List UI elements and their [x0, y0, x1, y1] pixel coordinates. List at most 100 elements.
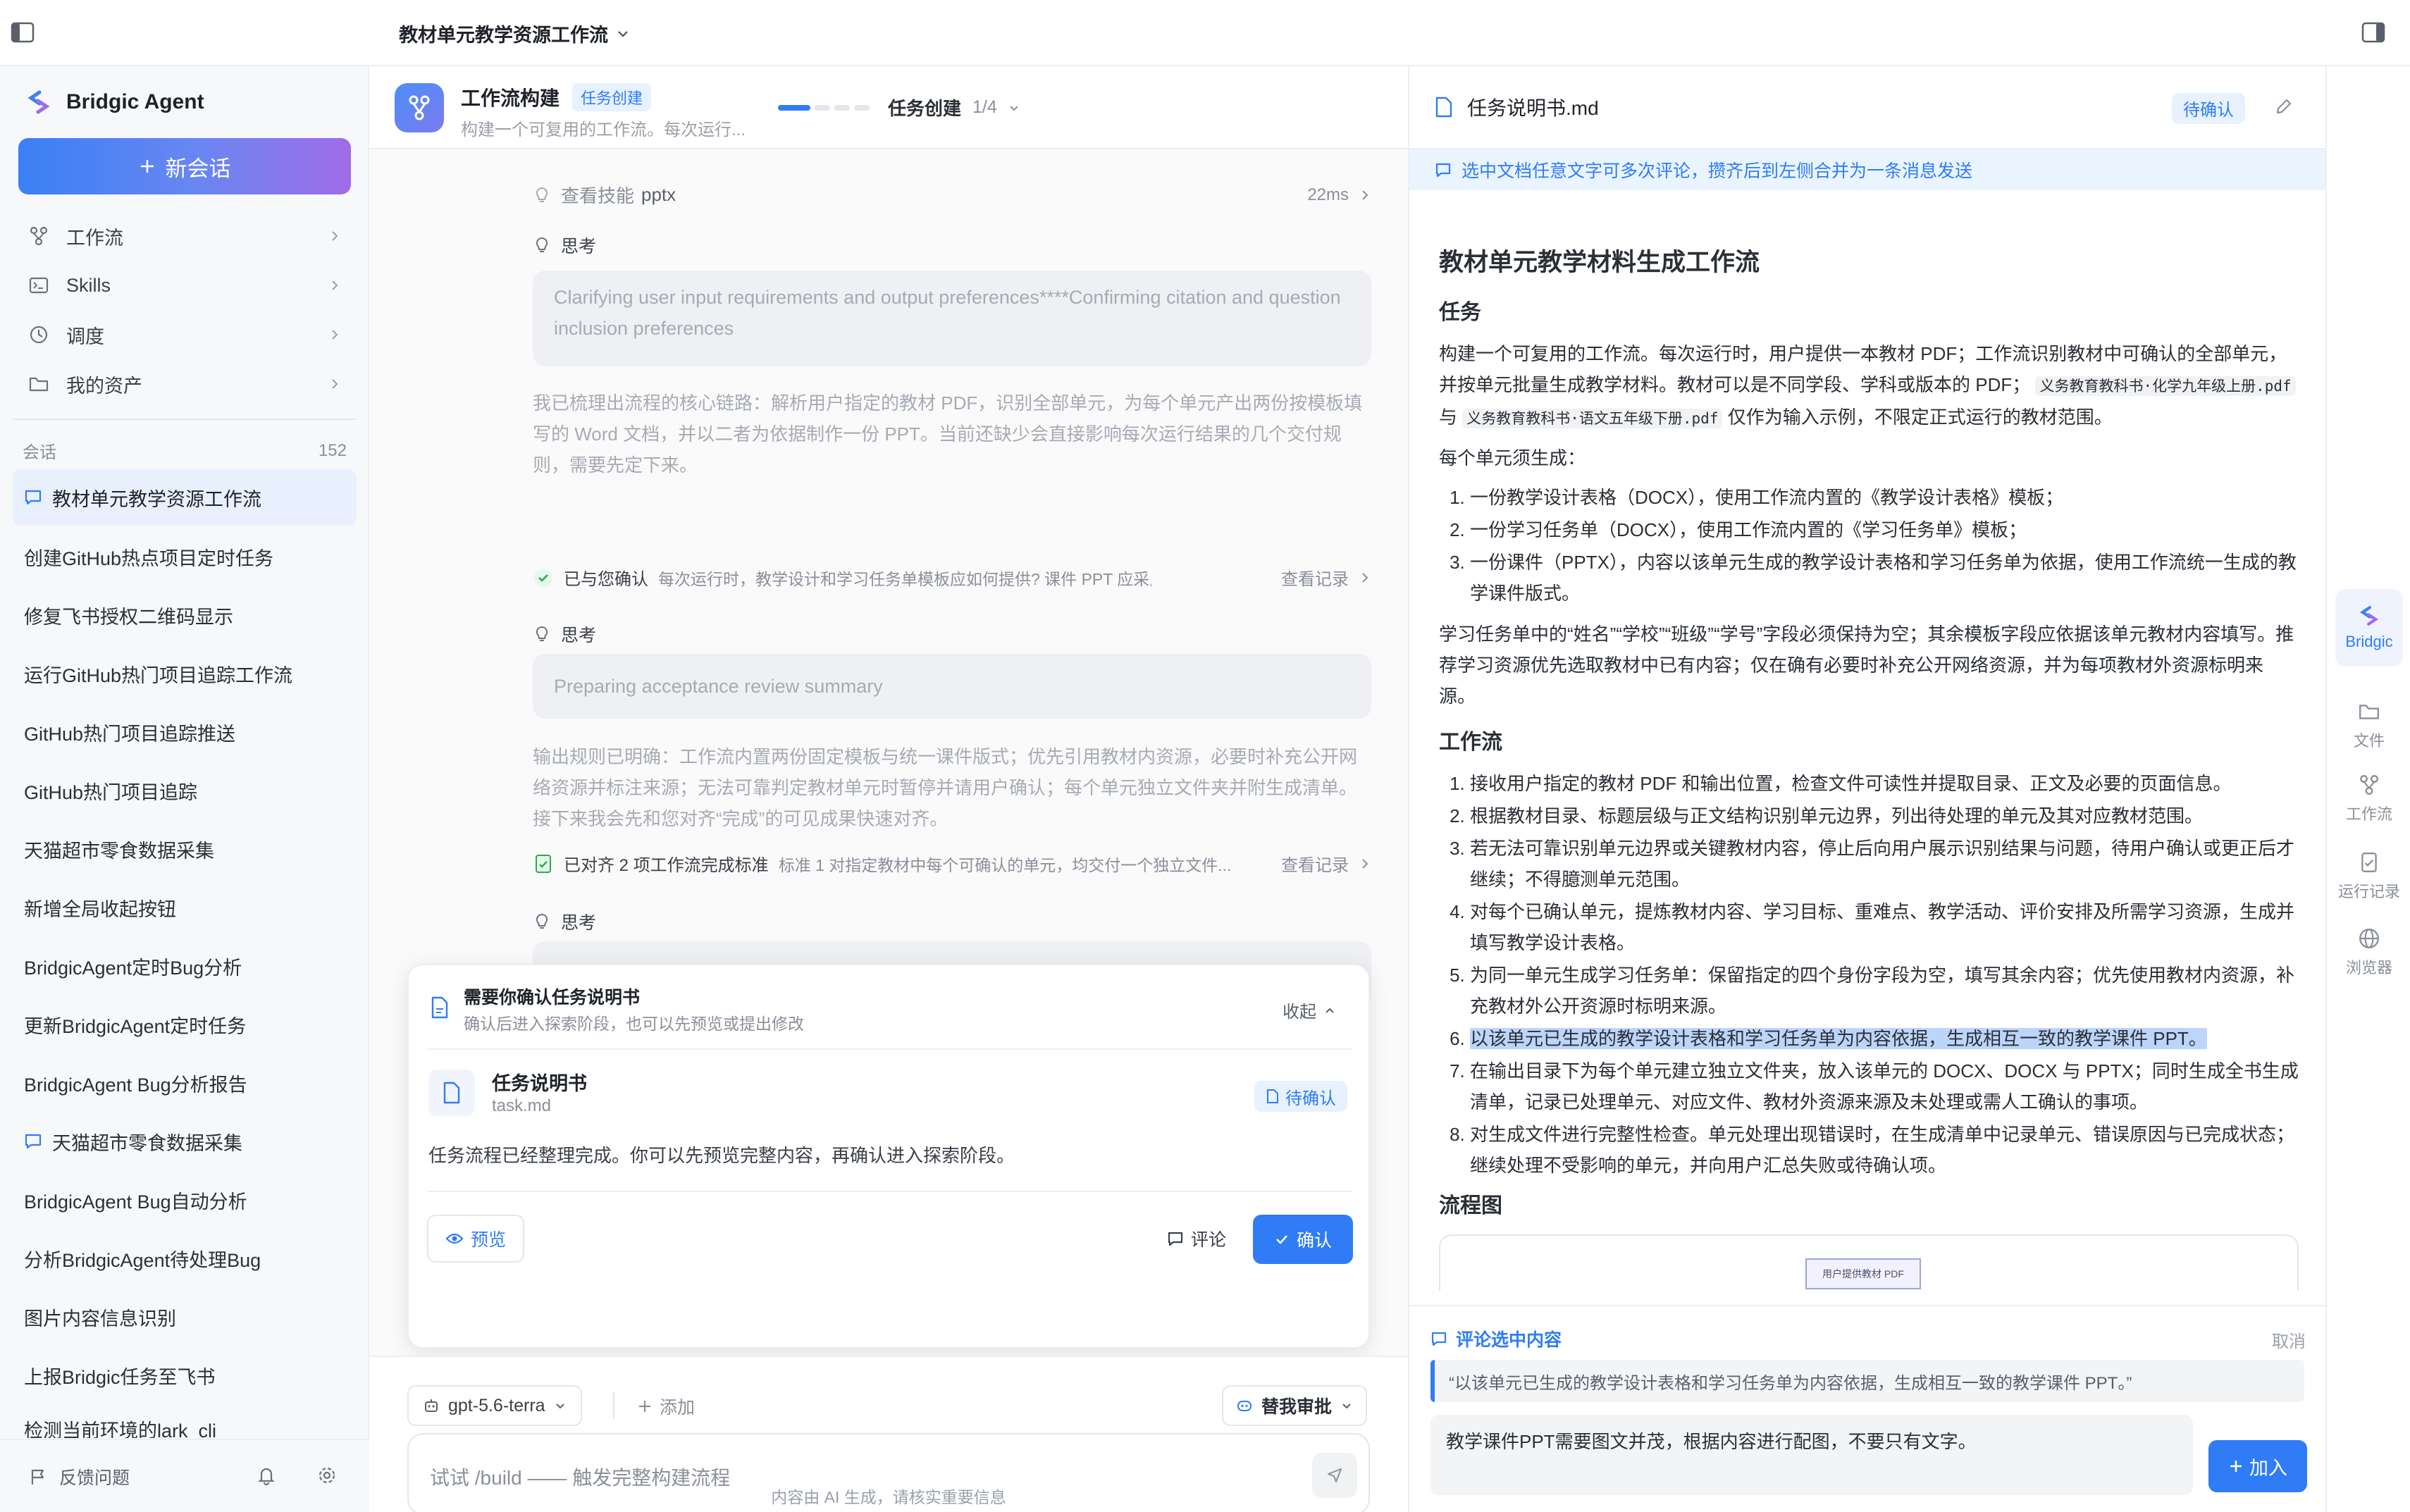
- acceptance-record-label: 已对齐 2 项工作流完成标准: [564, 856, 769, 875]
- rail-label: 工作流: [2345, 805, 2392, 823]
- inline-code: 义务教育教科书·语文五年级下册.pdf: [1462, 409, 1723, 428]
- rail-item-workflow[interactable]: 工作流: [2327, 774, 2410, 824]
- stage-tag: 任务创建: [572, 83, 652, 111]
- check-icon: [1276, 1235, 1287, 1244]
- session-item[interactable]: 创建GitHub热点项目定时任务: [13, 528, 357, 585]
- session-item[interactable]: GitHub热门项目追踪推送: [13, 704, 357, 760]
- chevron-down-icon: [1010, 105, 1018, 111]
- status-badge: 待确认: [2172, 93, 2245, 124]
- new-chat-button[interactable]: 新会话: [18, 138, 351, 194]
- text-span: 与: [1439, 407, 1458, 428]
- session-item[interactable]: 检测当前环境的lark_cli: [13, 1406, 357, 1438]
- session-item-active[interactable]: 教材单元教学资源工作流: [13, 469, 357, 526]
- document-icon: [1435, 97, 1452, 118]
- card-subtitle: 确认后进入探索阶段，也可以先预览或提出修改: [464, 1015, 804, 1033]
- view-record-link[interactable]: 查看记录: [1281, 851, 1349, 876]
- inline-code: 义务教育教科书·化学九年级上册.pdf: [2035, 376, 2296, 396]
- stage-label: 任务创建: [888, 98, 962, 119]
- toolbar-divider: [613, 1392, 614, 1419]
- skill-call-row[interactable]: 查看技能 pptx 22ms: [533, 182, 1371, 208]
- think-label: 思考: [561, 913, 597, 933]
- session-label: 创建GitHub热点项目定时任务: [24, 547, 274, 569]
- think-header[interactable]: 思考: [533, 621, 596, 647]
- model-selector[interactable]: gpt-5.6-terra: [407, 1385, 582, 1426]
- preview-button[interactable]: 预览: [427, 1215, 524, 1263]
- collapse-button[interactable]: 收起: [1283, 998, 1336, 1022]
- approval-mode-label: 替我审批: [1261, 1397, 1333, 1417]
- bell-icon[interactable]: [257, 1465, 276, 1485]
- session-item[interactable]: 修复飞书授权二维码显示: [13, 587, 357, 643]
- document-title: 任务说明书.md: [1435, 93, 1599, 121]
- rail-item-files[interactable]: 文件: [2327, 700, 2410, 751]
- session-item[interactable]: 天猫超市零食数据采集: [13, 1113, 357, 1170]
- sidebar-toggle-icon[interactable]: [10, 20, 35, 45]
- rail-item-bridgic[interactable]: Bridgic: [2335, 589, 2403, 667]
- chevron-up-icon: [1326, 1008, 1334, 1013]
- approval-mode-selector[interactable]: 替我审批: [1222, 1385, 1368, 1426]
- chat-pane: 工作流构建 任务创建 构建一个可复用的工作流。每次运行... 任务创建 1/4 …: [369, 66, 1408, 1512]
- session-item[interactable]: 运行GitHub热门项目追踪工作流: [13, 645, 357, 702]
- session-item[interactable]: BridgicAgent定时Bug分析: [13, 938, 357, 994]
- document-icon: [1267, 1089, 1278, 1103]
- chevron-right-icon: [1362, 572, 1368, 583]
- workflow-title-dropdown[interactable]: 教材单元教学资源工作流: [399, 20, 631, 47]
- right-panel-toggle-icon[interactable]: [2361, 20, 2386, 45]
- document-pane: 任务说明书.md 待确认 选中文档任意文字可多次评论，攒齐后到左侧合并为一条消息…: [1408, 66, 2327, 1512]
- session-item[interactable]: 上报Bridgic任务至飞书: [13, 1347, 357, 1403]
- status-badge: 待确认: [1254, 1081, 1347, 1112]
- file-name: task.md: [492, 1096, 552, 1115]
- settings-icon[interactable]: [317, 1465, 337, 1485]
- sidebar-item-label: 我的资产: [66, 375, 142, 397]
- session-item[interactable]: 图片内容信息识别: [13, 1289, 357, 1345]
- chevron-down-icon: [1342, 1403, 1351, 1409]
- view-record-link[interactable]: 查看记录: [1281, 565, 1349, 590]
- add-context-button[interactable]: 添加: [637, 1394, 695, 1419]
- session-item[interactable]: GitHub热门项目追踪: [13, 762, 357, 819]
- brand-name: Bridgic Agent: [66, 90, 204, 113]
- chat-icon: [25, 490, 42, 505]
- think-header[interactable]: 思考: [533, 233, 596, 258]
- comment-icon: [1435, 163, 1451, 178]
- session-item[interactable]: 新增全局收起按钮: [13, 879, 357, 936]
- acceptance-record-row[interactable]: 已对齐 2 项工作流完成标准 标准 1 对指定教材中每个可确认的单元，均交付一个…: [533, 851, 1371, 876]
- status-label: 待确认: [1285, 1089, 1336, 1108]
- document-body: 教材单元教学材料生成工作流 任务 构建一个可复用的工作流。每次运行时，用户提供一…: [1439, 247, 2299, 1291]
- highlighted-selection[interactable]: 以该单元已生成的教学设计表格和学习任务单为内容依据，生成相互一致的教学课件 PP…: [1470, 1028, 2207, 1049]
- session-label: 新增全局收起按钮: [24, 898, 176, 920]
- confirm-record-row[interactable]: 已与您确认 每次运行时，教学设计和学习任务单模板应如何提供? 课件 PPT 应采…: [533, 565, 1371, 590]
- comment-input[interactable]: 教学课件PPT需要图文并茂，根据内容进行配图，不要只有文字。: [1430, 1415, 2193, 1495]
- sidebar-item-skills[interactable]: Skills: [18, 264, 351, 307]
- sidebar-item-schedule[interactable]: 调度: [18, 313, 351, 357]
- comment-label: 评论: [1190, 1230, 1226, 1250]
- edit-icon[interactable]: [2273, 96, 2294, 117]
- new-chat-label: 新会话: [165, 156, 231, 181]
- sidebar-item-workflow[interactable]: 工作流: [18, 214, 351, 258]
- skill-name: pptx: [641, 184, 676, 205]
- session-label: GitHub热门项目追踪: [24, 781, 198, 803]
- list-item: 根据教材目录、标题层级与正文结构识别单元边界，列出待处理的单元及其对应教材范围。: [1470, 800, 2299, 831]
- sidebar-item-label: 工作流: [66, 227, 123, 249]
- think-header[interactable]: 思考: [533, 909, 596, 934]
- session-label: BridgicAgent Bug分析报告: [24, 1074, 247, 1096]
- add-comment-button[interactable]: 加入: [2208, 1440, 2307, 1492]
- session-item[interactable]: BridgicAgent Bug自动分析: [13, 1172, 357, 1228]
- session-label: 分析BridgicAgent待处理Bug: [24, 1249, 261, 1271]
- stage-progress[interactable]: 任务创建 1/4: [778, 94, 1021, 120]
- rail-item-run-history[interactable]: 运行记录: [2327, 851, 2410, 902]
- session-item[interactable]: 天猫超市零食数据采集: [13, 821, 357, 877]
- flag-icon: [31, 1469, 44, 1485]
- section-heading-task: 任务: [1439, 301, 1481, 324]
- rail-item-browser[interactable]: 浏览器: [2327, 927, 2410, 978]
- comment-button[interactable]: 评论: [1154, 1215, 1239, 1263]
- rail-label: 浏览器: [2345, 959, 2392, 977]
- feedback-button[interactable]: 反馈问题: [28, 1464, 130, 1489]
- session-item[interactable]: 更新BridgicAgent定时任务: [13, 996, 357, 1053]
- file-thumb: [428, 1070, 475, 1116]
- cancel-button[interactable]: 取消: [2272, 1327, 2306, 1352]
- session-label: BridgicAgent Bug自动分析: [24, 1191, 247, 1213]
- session-item[interactable]: BridgicAgent Bug分析报告: [13, 1055, 357, 1111]
- sidebar-item-assets[interactable]: 我的资产: [18, 362, 351, 406]
- confirm-button[interactable]: 确认: [1253, 1215, 1353, 1264]
- session-item[interactable]: 分析BridgicAgent待处理Bug: [13, 1230, 357, 1287]
- eye-icon: [445, 1233, 464, 1244]
